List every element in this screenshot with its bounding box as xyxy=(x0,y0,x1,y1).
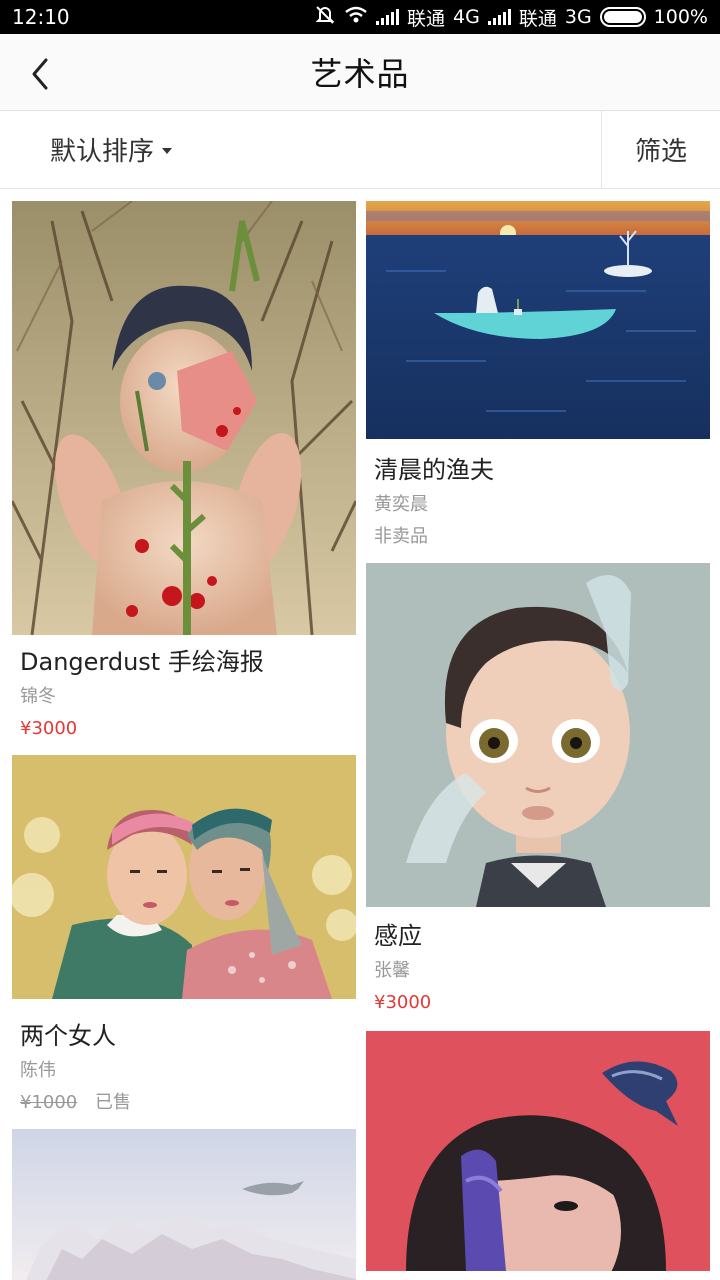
artwork-image[interactable] xyxy=(12,201,356,635)
chevron-left-icon xyxy=(32,58,48,90)
signal-icon xyxy=(376,9,400,25)
status-icons: 联通 4G 联通 3G 100% xyxy=(314,4,708,31)
artwork-image[interactable] xyxy=(12,1129,356,1280)
sold-badge: 已售 xyxy=(95,1092,131,1113)
carrier-2: 联通 xyxy=(518,7,557,30)
navigation-bar: 艺术品 xyxy=(0,34,720,111)
artwork-card[interactable]: 清晨的渔夫 黄奕晨 非卖品 xyxy=(366,201,710,549)
artwork-artist: 张馨 xyxy=(374,960,410,981)
artwork-card[interactable] xyxy=(12,1129,356,1280)
artwork-card[interactable] xyxy=(366,1031,710,1271)
artwork-image[interactable] xyxy=(366,1031,710,1271)
artwork-image[interactable] xyxy=(12,755,356,999)
artwork-artist: 锦冬 xyxy=(20,686,56,707)
carrier-1: 联通 xyxy=(407,7,446,30)
artwork-title: 两个女人 xyxy=(20,1022,116,1050)
status-time: 12:10 xyxy=(12,5,70,29)
artwork-column-left: Dangerdust 手绘海报 锦冬 ¥3000 两个女人 陈伟 ¥1000 已… xyxy=(12,201,356,1280)
artwork-card[interactable]: 两个女人 陈伟 ¥1000 已售 xyxy=(12,755,356,1115)
status-bar: 12:10 联通 4G 联通 3G 100% xyxy=(0,0,720,34)
artwork-title: 清晨的渔夫 xyxy=(374,456,494,484)
signal-icon xyxy=(487,9,511,25)
filter-bar: 默认排序 筛选 xyxy=(0,111,720,189)
filter-button[interactable]: 筛选 xyxy=(601,111,720,188)
artwork-title: Dangerdust 手绘海报 xyxy=(20,648,264,676)
artwork-column-right: 清晨的渔夫 黄奕晨 非卖品 感应 张馨 ¥3000 xyxy=(366,201,710,1280)
mute-bell-icon xyxy=(314,4,336,31)
wifi-icon xyxy=(344,5,368,30)
network-1: 4G xyxy=(453,6,480,28)
artwork-price-row: ¥1000 已售 xyxy=(20,1091,348,1115)
sort-label: 默认排序 xyxy=(50,137,155,167)
network-2: 3G xyxy=(564,6,592,28)
page-title: 艺术品 xyxy=(310,55,410,93)
artwork-title: 感应 xyxy=(374,922,422,950)
sort-dropdown[interactable]: 默认排序 xyxy=(0,111,601,188)
artwork-artist: 黄奕晨 xyxy=(374,494,428,515)
artwork-image[interactable] xyxy=(366,201,710,439)
artwork-image[interactable] xyxy=(366,563,710,907)
artwork-price: ¥3000 xyxy=(374,992,432,1013)
not-for-sale-label: 非卖品 xyxy=(374,526,428,547)
artwork-price: ¥1000 xyxy=(20,1092,78,1113)
filter-label: 筛选 xyxy=(634,137,687,167)
battery-percent: 100% xyxy=(653,6,708,28)
artwork-artist: 陈伟 xyxy=(20,1060,56,1081)
artwork-price: ¥3000 xyxy=(20,718,78,739)
battery-icon xyxy=(599,7,646,27)
artwork-card[interactable]: 感应 张馨 ¥3000 xyxy=(366,563,710,1015)
caret-down-icon xyxy=(162,148,173,154)
artwork-card[interactable]: Dangerdust 手绘海报 锦冬 ¥3000 xyxy=(12,201,356,741)
back-button[interactable] xyxy=(20,54,60,94)
